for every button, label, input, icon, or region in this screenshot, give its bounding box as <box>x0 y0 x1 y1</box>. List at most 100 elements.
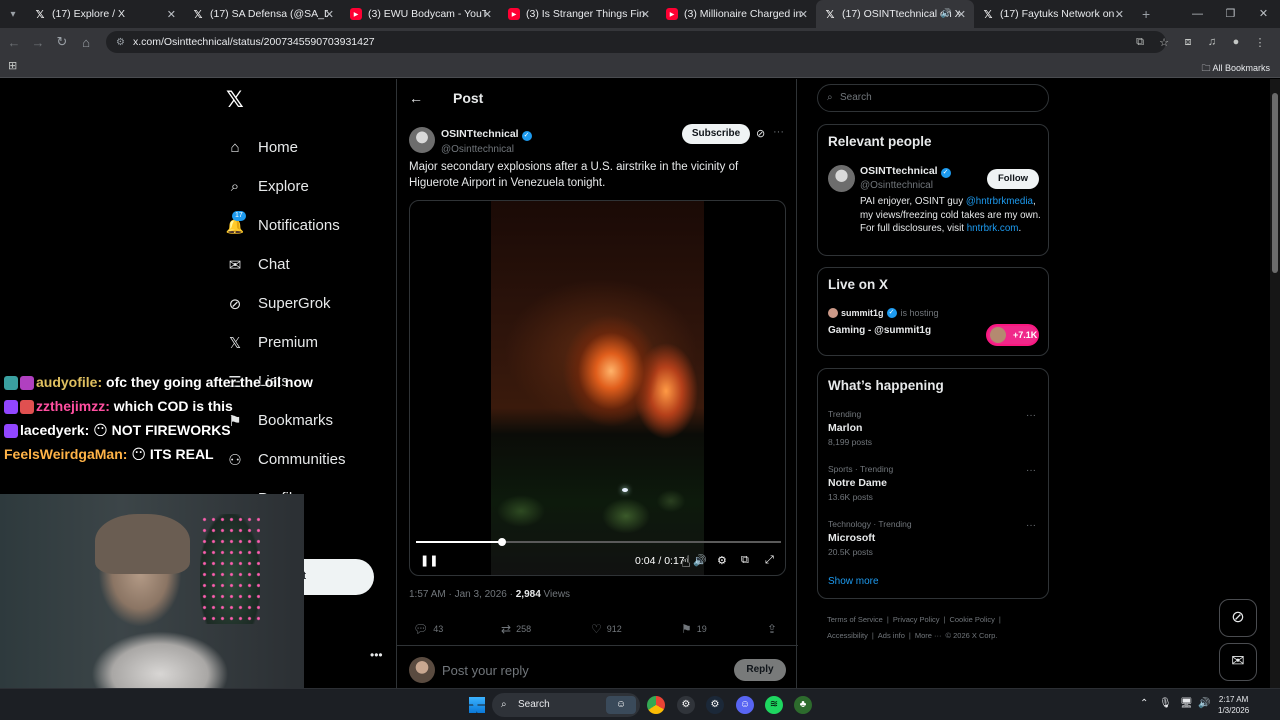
volume-icon[interactable]: 🔊 <box>693 554 707 567</box>
tab-search-icon[interactable]: ▾ <box>0 0 26 28</box>
video-player[interactable]: ❚❚ 0:04 / 0:17 🔊 ⚙ ⧉ ⤢ <box>409 200 786 576</box>
spotify-icon[interactable]: ≋ <box>765 696 783 714</box>
tray-overflow-icon[interactable]: ⌃ <box>1140 698 1148 709</box>
follow-button[interactable]: Follow <box>987 169 1039 189</box>
extensions-icon[interactable]: ⧈ <box>1176 36 1200 49</box>
video-frame[interactable] <box>491 201 704 575</box>
repost-action[interactable]: ⇄ 258 <box>501 622 531 636</box>
new-tab-button[interactable]: + <box>1142 6 1150 22</box>
fullscreen-icon[interactable]: ⤢ <box>765 554 774 567</box>
pause-icon[interactable]: ❚❚ <box>420 554 438 567</box>
footer-link[interactable]: Terms of Service <box>827 615 883 624</box>
system-clock[interactable]: 2:17 AM 1/3/2026 <box>1218 694 1249 716</box>
profile-avatar-icon[interactable]: ● <box>1224 36 1248 48</box>
close-tab-icon[interactable]: ✕ <box>799 8 808 21</box>
page-scrollbar[interactable] <box>1270 79 1280 688</box>
media-control-icon[interactable]: ♫ <box>1200 36 1224 48</box>
reload-icon[interactable]: ↻ <box>50 34 74 50</box>
relevant-handle[interactable]: @Osinttechnical <box>860 180 933 191</box>
address-bar[interactable]: ⚙ x.com/Osinttechnical/status/2007345590… <box>106 31 1166 53</box>
trend-more-icon[interactable]: ··· <box>1026 520 1036 531</box>
discord-icon[interactable]: ☺ <box>736 696 754 714</box>
post-timestamp[interactable]: 1:57 AM · Jan 3, 2026 · <box>409 589 516 600</box>
like-action[interactable]: ♡ 912 <box>591 622 622 636</box>
apps-grid-icon[interactable]: ⊞ <box>8 59 17 72</box>
steam-icon[interactable]: ⚙ <box>706 696 724 714</box>
trend-item[interactable]: Trending Marlon 8,199 posts <box>828 409 872 447</box>
browser-tab[interactable]: ▶ (3) Millionaire Charged in Dead✕ <box>658 0 816 28</box>
widgets-icon[interactable]: ☺ <box>606 696 636 714</box>
forward-icon[interactable]: → <box>26 35 50 50</box>
bio-url-link[interactable]: hntrbrk.com <box>967 223 1019 234</box>
browser-tab[interactable]: 𝕏 (17) SA Defensa (@SA_Defensa✕ <box>184 0 342 28</box>
restore-icon[interactable]: ❐ <box>1214 0 1247 28</box>
close-tab-icon[interactable]: ✕ <box>325 8 334 21</box>
browser-tab[interactable]: 𝕏 (17) OSINTtechnical on X: " 🔊 ✕ <box>816 0 974 28</box>
browser-tab[interactable]: ▶ (3) Is Stranger Things Finale Go✕ <box>500 0 658 28</box>
author-avatar[interactable] <box>409 126 435 153</box>
video-scrubber-handle[interactable] <box>497 538 506 546</box>
post-author[interactable]: OSINTtechnical ✓ @Osinttechnical <box>409 124 532 155</box>
current-user-avatar[interactable] <box>409 657 435 683</box>
picture-in-picture-icon[interactable]: ⧉ <box>741 554 749 567</box>
close-tab-icon[interactable]: ✕ <box>957 8 966 21</box>
reply-input[interactable]: Post your reply <box>442 663 529 678</box>
bookmark-action[interactable]: ⚑ 19 <box>681 622 707 636</box>
live-on-x-card[interactable]: Live on X summit1g ✓ is hosting Gaming -… <box>817 267 1049 356</box>
browser-menu-icon[interactable]: ⋮ <box>1248 36 1272 49</box>
install-app-icon[interactable]: ⧉ <box>1128 36 1152 49</box>
footer-link[interactable]: Privacy Policy <box>893 615 940 624</box>
video-progress-bar[interactable] <box>416 538 781 546</box>
trend-item[interactable]: Technology · Trending Microsoft 20.5K post… <box>828 519 912 557</box>
back-icon[interactable]: ← <box>2 35 26 50</box>
sidebar-item-home[interactable]: ⌂ Home <box>226 128 346 167</box>
chrome-icon[interactable] <box>647 696 665 714</box>
sidebar-item-supergrok[interactable]: ⊘ SuperGrok <box>226 284 346 323</box>
author-handle[interactable]: @Osinttechnical <box>441 144 532 155</box>
reply-action[interactable]: 💬︎ 43 <box>413 622 443 636</box>
all-bookmarks-button[interactable]: 🗀 All Bookmarks <box>1201 61 1270 77</box>
home-browser-icon[interactable]: ⌂ <box>74 35 98 50</box>
browser-tab[interactable]: 𝕏 (17) Explore / X ✕ <box>26 0 184 28</box>
footer-link[interactable]: Ads info <box>878 631 905 640</box>
sidebar-item-premium[interactable]: 𝕏 Premium <box>226 323 346 362</box>
close-tab-icon[interactable]: ✕ <box>641 8 650 21</box>
bio-mention-link[interactable]: @hntrbrkmedia <box>966 196 1033 207</box>
grok-icon[interactable]: ⊘ <box>756 127 765 140</box>
footer-link[interactable]: Cookie Policy <box>949 615 994 624</box>
author-name[interactable]: OSINTtechnical <box>441 128 519 140</box>
subscribe-button[interactable]: Subscribe <box>682 124 750 144</box>
trend-more-icon[interactable]: ··· <box>1026 410 1036 421</box>
sidebar-item-notifications[interactable]: 🔔 17 Notifications <box>226 206 346 245</box>
browser-tab[interactable]: 𝕏 (17) Faytuks Network on X: "BR✕ <box>974 0 1132 28</box>
show-more-link[interactable]: Show more <box>828 576 879 587</box>
close-tab-icon[interactable]: ✕ <box>167 8 176 21</box>
app-icon[interactable]: ♣ <box>794 696 812 714</box>
close-window-icon[interactable]: ✕ <box>1247 0 1280 28</box>
footer-link[interactable]: Accessibility <box>827 631 868 640</box>
close-tab-icon[interactable]: ✕ <box>483 8 492 21</box>
back-arrow-icon[interactable]: ← <box>409 90 423 106</box>
bookmark-star-icon[interactable]: ☆ <box>1152 36 1176 49</box>
x-logo-icon[interactable]: 𝕏 <box>226 87 244 113</box>
post-more-icon[interactable]: ··· <box>773 126 784 138</box>
reply-button[interactable]: Reply <box>734 659 786 681</box>
microphone-icon[interactable]: 🎙 <box>1159 698 1172 709</box>
browser-tab[interactable]: ▶ (3) EWU Bodycam - YouTube✕ <box>342 0 500 28</box>
footer-link[interactable]: More ··· <box>915 631 942 640</box>
relevant-name[interactable]: OSINTtechnical ✓ <box>860 165 951 178</box>
video-settings-icon[interactable]: ⚙ <box>717 554 727 567</box>
obs-icon[interactable]: ⚙ <box>677 696 695 714</box>
messages-fab-icon[interactable]: ✉ <box>1219 643 1257 681</box>
tab-audio-icon[interactable]: 🔊 <box>941 8 952 19</box>
sidebar-item-explore[interactable]: ⌕ Explore <box>226 167 346 206</box>
relevant-avatar[interactable] <box>828 165 855 192</box>
site-info-icon[interactable]: ⚙ <box>116 37 125 48</box>
volume-tray-icon[interactable]: 🔊 <box>1198 698 1210 709</box>
sidebar-item-chat[interactable]: ✉ Chat <box>226 245 346 284</box>
trend-item[interactable]: Sports · Trending Notre Dame 13.6K posts <box>828 464 893 502</box>
scrollbar-thumb[interactable] <box>1272 93 1278 273</box>
share-action[interactable]: ⇪ <box>767 622 782 636</box>
minimize-icon[interactable]: — <box>1181 0 1214 28</box>
account-menu-icon[interactable]: ••• <box>370 648 383 662</box>
